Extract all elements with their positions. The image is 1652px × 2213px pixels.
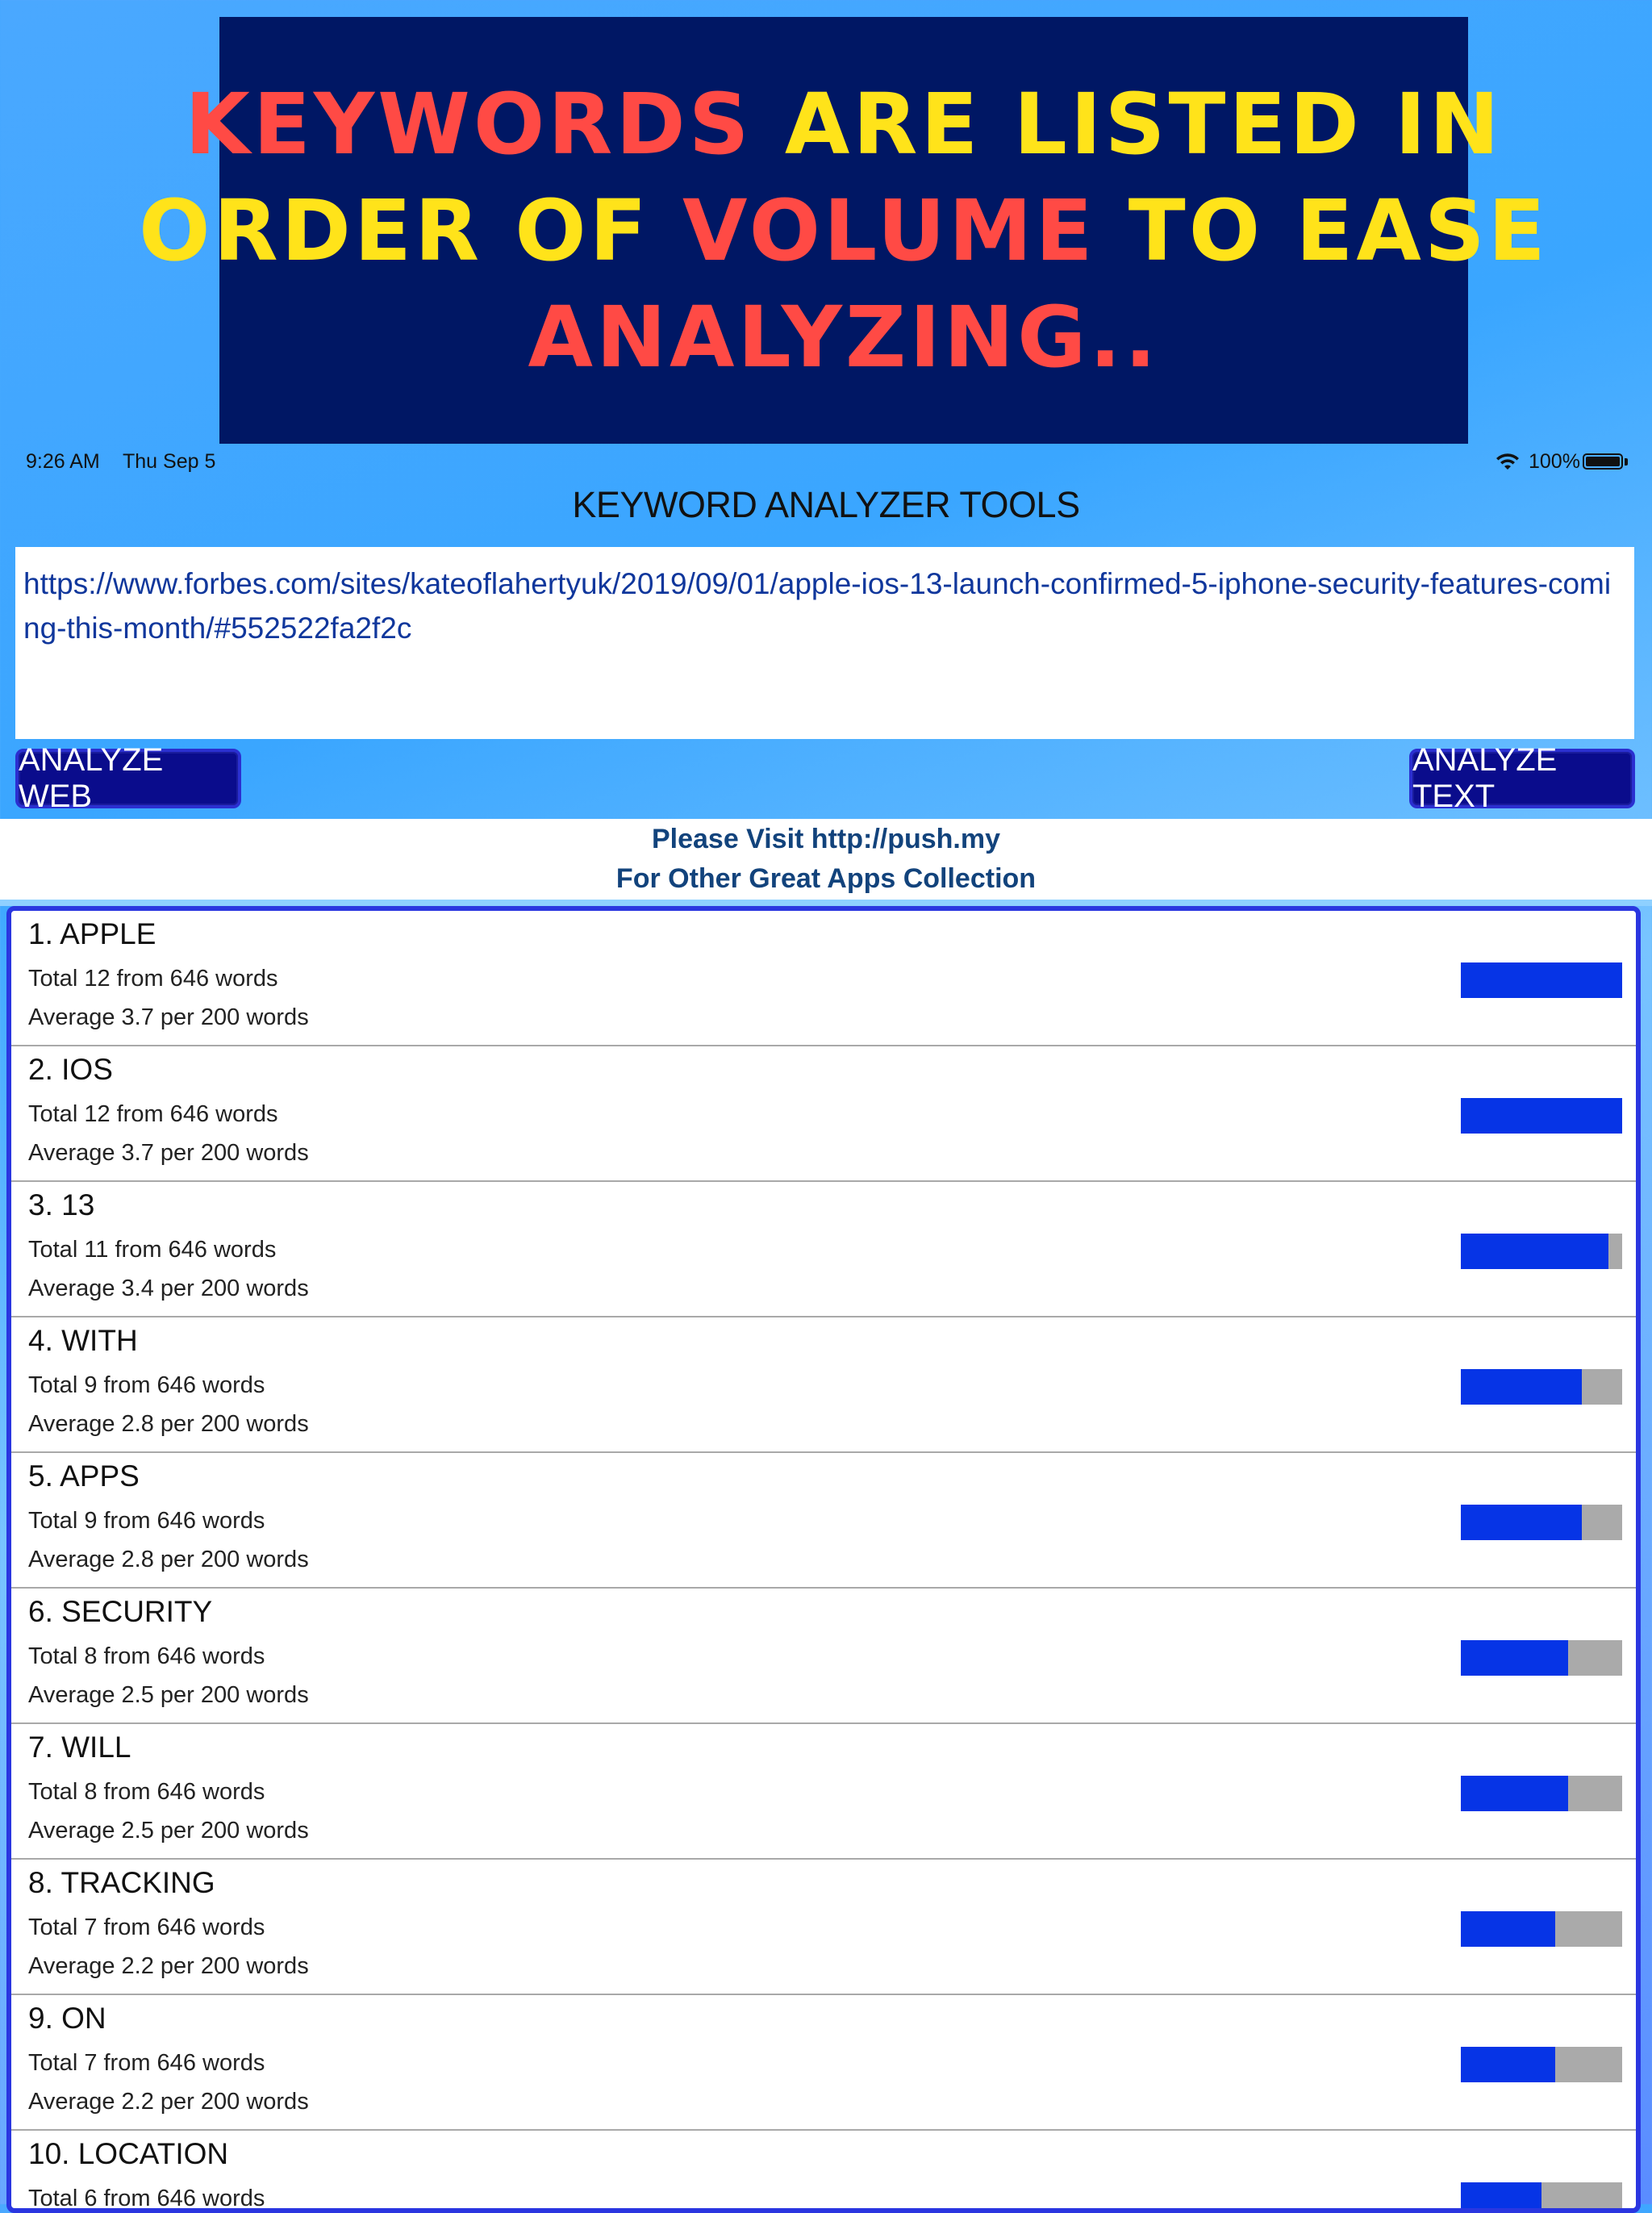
frequency-bar [1461, 1369, 1622, 1405]
banner-word: ARE LISTED IN [752, 74, 1503, 173]
frequency-bar-fill [1461, 1776, 1569, 1811]
keyword-total: Total 11 from 646 words [28, 1237, 277, 1263]
frequency-bar [1461, 962, 1622, 998]
list-item[interactable]: 6. SECURITY Total 8 from 646 words Average… [11, 1589, 1636, 1724]
keyword-title: 10. LOCATION [28, 2137, 229, 2170]
list-item[interactable]: 8. TRACKING Total 7 from 646 words Average… [11, 1860, 1636, 1995]
keyword-average: Average 2.2 per 200 words [28, 1953, 309, 1979]
battery-icon [1583, 453, 1623, 470]
frequency-bar [1461, 1640, 1622, 1676]
frequency-bar-fill [1461, 2047, 1555, 2082]
keyword-average: Average 2.5 per 200 words [28, 1818, 309, 1843]
frequency-bar-fill [1461, 2182, 1541, 2208]
list-item[interactable]: 3. 13 Total 11 from 646 words Average 3.4 … [11, 1182, 1636, 1317]
keyword-total: Total 8 from 646 words [28, 1779, 265, 1805]
frequency-bar-fill [1461, 1640, 1569, 1676]
status-date: Thu Sep 5 [123, 450, 216, 473]
battery-percent: 100% [1529, 450, 1580, 473]
frequency-bar [1461, 1234, 1622, 1269]
promo-link[interactable]: Please Visit http://push.my For Other Gr… [0, 819, 1652, 900]
keyword-average: Average 3.4 per 200 words [28, 1276, 309, 1301]
keyword-title: 2. IOS [28, 1053, 113, 1086]
keyword-total: Total 7 from 646 words [28, 1914, 265, 1940]
keyword-list[interactable]: 1. APPLE Total 12 from 646 words Average 3… [6, 906, 1641, 2213]
frequency-bar-fill [1461, 962, 1622, 998]
keyword-title: 7. WILL [28, 1731, 131, 1764]
keyword-title: 6. SECURITY [28, 1595, 213, 1628]
list-item[interactable]: 2. IOS Total 12 from 646 words Average 3.7… [11, 1046, 1636, 1182]
keyword-total: Total 6 from 646 words [28, 2186, 265, 2211]
wifi-icon [1496, 453, 1519, 470]
status-time: 9:26 AM [26, 450, 100, 473]
keyword-total: Total 9 from 646 words [28, 1372, 265, 1398]
frequency-bar-fill [1461, 1098, 1622, 1134]
analyze-text-button[interactable]: ANALYZE TEXT [1409, 742, 1635, 814]
frequency-bar [1461, 1911, 1622, 1947]
list-item[interactable]: 10. LOCATION Total 6 from 646 words [11, 2131, 1636, 2211]
keyword-title: 5. APPS [28, 1459, 140, 1493]
page-title: KEYWORD ANALYZER TOOLS [572, 484, 1080, 525]
frequency-bar [1461, 2182, 1622, 2208]
keyword-total: Total 12 from 646 words [28, 966, 278, 992]
keyword-total: Total 12 from 646 words [28, 1101, 278, 1127]
frequency-bar-fill [1461, 1369, 1582, 1405]
keyword-title: 8. TRACKING [28, 1866, 215, 1899]
keyword-total: Total 7 from 646 words [28, 2050, 265, 2076]
keyword-title: 3. 13 [28, 1188, 95, 1221]
status-bar: 9:26 AM Thu Sep 5 100% [0, 444, 1652, 481]
list-item[interactable]: 1. APPLE Total 12 from 646 words Average 3… [11, 911, 1636, 1046]
frequency-bar-fill [1461, 1505, 1582, 1540]
keyword-average: Average 3.7 per 200 words [28, 1140, 309, 1166]
promo-line-1[interactable]: Please Visit http://push.my [0, 820, 1652, 859]
url-input[interactable]: https://www.forbes.com/sites/kateoflaher… [15, 547, 1634, 739]
keyword-average: Average 2.5 per 200 words [28, 1682, 309, 1708]
keyword-total: Total 9 from 646 words [28, 1508, 265, 1534]
analyze-web-button[interactable]: ANALYZE WEB [15, 742, 241, 814]
banner-line-2: ORDER OF VOLUME TO EASE [139, 177, 1549, 284]
keyword-title: 1. APPLE [28, 917, 156, 950]
banner-word: ANALYZING.. [528, 287, 1160, 386]
keyword-total: Total 8 from 646 words [28, 1643, 265, 1669]
frequency-bar [1461, 1776, 1622, 1811]
divider [0, 900, 1652, 906]
banner-word: TO EASE [1095, 181, 1549, 280]
keyword-title: 4. WITH [28, 1324, 138, 1357]
frequency-bar [1461, 2047, 1622, 2082]
banner-line-1: KEYWORDS ARE LISTED IN [185, 71, 1503, 177]
list-item[interactable]: 4. WITH Total 9 from 646 words Average 2.8… [11, 1317, 1636, 1453]
frequency-bar [1461, 1098, 1622, 1134]
list-item[interactable]: 5. APPS Total 9 from 646 words Average 2.8… [11, 1453, 1636, 1589]
list-item[interactable]: 9. ON Total 7 from 646 words Average 2.2 p… [11, 1995, 1636, 2131]
banner-word: KEYWORDS [185, 74, 753, 173]
list-item[interactable]: 7. WILL Total 8 from 646 words Average 2.5… [11, 1724, 1636, 1860]
banner-line-3: ANALYZING.. [528, 284, 1160, 390]
battery-tip [1625, 458, 1628, 466]
frequency-bar [1461, 1505, 1622, 1540]
keyword-average: Average 3.7 per 200 words [28, 1004, 309, 1030]
keyword-title: 9. ON [28, 2002, 106, 2035]
promo-banner: KEYWORDS ARE LISTED IN ORDER OF VOLUME T… [139, 17, 1546, 444]
keyword-average: Average 2.8 per 200 words [28, 1547, 309, 1572]
banner-word: ORDER OF [139, 181, 682, 280]
promo-line-2: For Other Great Apps Collection [615, 863, 1037, 894]
frequency-bar-fill [1461, 1911, 1555, 1947]
keyword-average: Average 2.2 per 200 words [28, 2089, 309, 2115]
keyword-average: Average 2.8 per 200 words [28, 1411, 309, 1437]
banner-word: VOLUME [682, 181, 1096, 280]
frequency-bar-fill [1461, 1234, 1609, 1269]
